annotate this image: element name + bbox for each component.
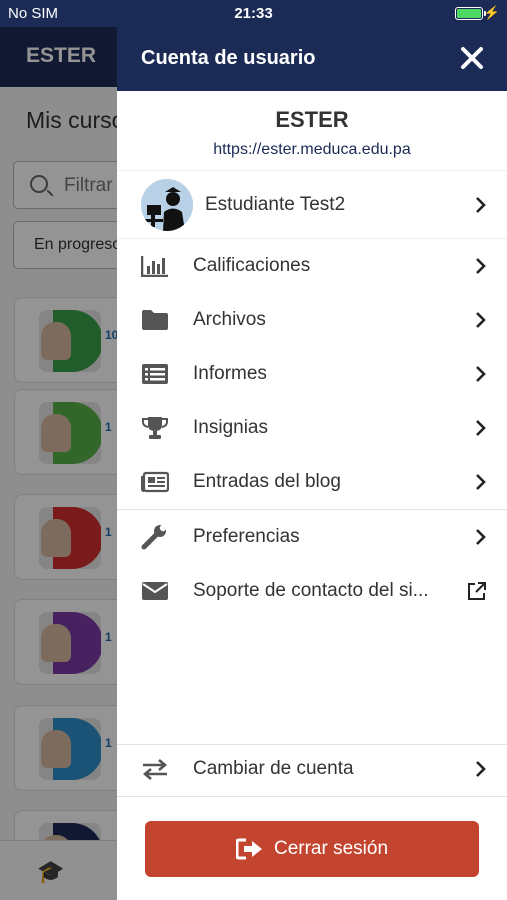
bar-chart-icon — [141, 254, 169, 278]
newspaper-icon — [141, 470, 169, 494]
wrench-icon — [141, 524, 169, 550]
drawer-header: Cuenta de usuario — [117, 27, 507, 91]
close-icon[interactable] — [455, 41, 489, 75]
external-link-icon — [468, 580, 487, 602]
menu-item-informes[interactable]: Informes — [117, 347, 507, 401]
user-account-drawer: Cuenta de usuario ESTER https://ester.me… — [117, 27, 507, 900]
site-info: ESTER https://ester.meduca.edu.pa — [117, 91, 507, 171]
swap-arrows-icon — [141, 757, 169, 781]
menu-item-calificaciones[interactable]: Calificaciones — [117, 239, 507, 293]
menu-label: Preferencias — [193, 526, 300, 547]
menu-label: Cambiar de cuenta — [193, 758, 354, 779]
list-icon — [141, 362, 169, 386]
user-name: Estudiante Test2 — [205, 194, 346, 215]
menu-item-cambiar-cuenta[interactable]: Cambiar de cuenta — [117, 742, 507, 796]
site-url[interactable]: https://ester.meduca.edu.pa — [117, 141, 507, 159]
chevron-right-icon — [475, 363, 487, 385]
drawer-title: Cuenta de usuario — [141, 47, 316, 69]
logout-button[interactable]: Cerrar sesión — [145, 821, 479, 877]
logout-label: Cerrar sesión — [273, 838, 389, 859]
avatar — [141, 179, 193, 231]
chevron-right-icon — [475, 526, 487, 548]
trophy-icon — [141, 416, 169, 440]
menu-item-blog[interactable]: Entradas del blog — [117, 455, 507, 509]
folder-icon — [141, 308, 169, 332]
menu-label: Informes — [193, 363, 267, 384]
logout-area: Cerrar sesión — [117, 796, 507, 900]
chevron-right-icon — [475, 417, 487, 439]
battery-icon — [455, 7, 486, 20]
sign-out-icon — [235, 837, 264, 861]
user-profile-item[interactable]: Estudiante Test2 — [117, 171, 507, 239]
menu-item-soporte[interactable]: Soporte de contacto del si... — [117, 564, 507, 618]
chevron-right-icon — [475, 255, 487, 277]
menu-item-preferencias[interactable]: Preferencias — [117, 510, 507, 564]
menu-label: Soporte de contacto del si... — [193, 580, 429, 601]
clock: 21:33 — [234, 5, 273, 22]
chevron-right-icon — [475, 471, 487, 493]
chevron-right-icon — [475, 758, 487, 780]
menu-item-insignias[interactable]: Insignias — [117, 401, 507, 455]
menu-label: Archivos — [193, 309, 266, 330]
chevron-right-icon — [475, 309, 487, 331]
chevron-right-icon — [475, 194, 487, 216]
envelope-icon — [141, 579, 169, 603]
menu-label: Entradas del blog — [193, 471, 341, 492]
menu-label: Insignias — [193, 417, 268, 438]
charging-icon: ⚡ — [483, 5, 500, 20]
site-name: ESTER — [275, 107, 349, 132]
menu-label: Calificaciones — [193, 255, 311, 276]
status-bar: No SIM 21:33 ⚡ — [0, 0, 507, 27]
menu-item-archivos[interactable]: Archivos — [117, 293, 507, 347]
